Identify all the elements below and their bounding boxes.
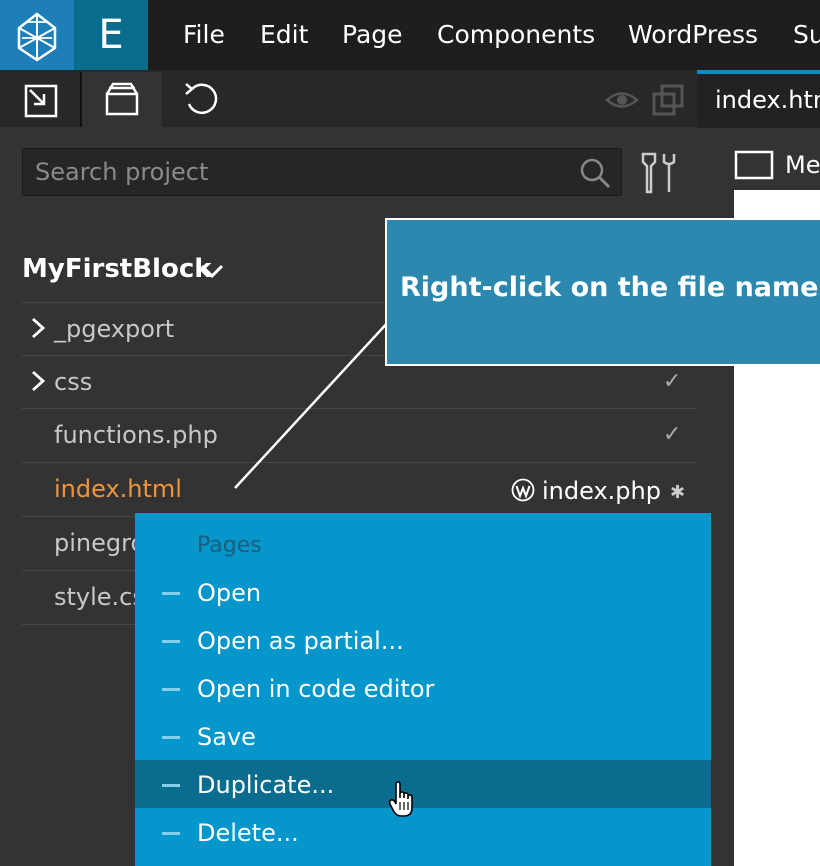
dash-icon [162,832,180,835]
menu-item-label: Open in code editor [197,675,435,703]
file-name: css [54,368,93,396]
tools-icon[interactable] [638,150,682,196]
wordpress-icon [511,478,535,502]
file-name: style.cs [54,583,145,611]
context-menu-header: Pages [197,533,262,558]
menu-file[interactable]: File [183,0,225,70]
refresh-icon[interactable] [162,72,242,127]
pinegrow-logo-icon[interactable] [0,0,74,70]
project-name: MyFirstBlock [22,254,212,284]
menu-components[interactable]: Components [437,0,595,70]
menu-wordpress[interactable]: WordPress [628,0,758,70]
menu-item-label: Save [197,723,256,751]
chevron-right-icon[interactable] [28,369,50,393]
check-icon: ✓ [663,422,682,447]
file-name: functions.php [54,421,218,449]
chevron-right-icon[interactable] [28,316,50,340]
menu-edit[interactable]: Edit [260,0,308,70]
tooltip-text: Right-click on the file name [400,272,819,303]
menu-item-label: Open as partial... [197,627,404,655]
modified-icon: ✱ [670,482,686,503]
search-placeholder: Search project [35,158,209,186]
menu-item-label: Duplicate... [197,771,335,799]
menu-page[interactable]: Page [342,0,403,70]
dash-icon [162,688,180,691]
menu-item-label: Delete... [197,819,299,847]
dash-icon [162,736,180,739]
chevron-down-icon[interactable] [199,258,225,284]
dash-icon [162,640,180,643]
device-frame-icon[interactable] [734,150,774,180]
dash-icon [162,784,180,787]
file-name: _pgexport [54,315,175,343]
project-title[interactable]: MyFirstBlock [22,246,212,292]
editor-mode-button[interactable]: E [74,0,148,70]
menu-item-label: Open [197,579,262,607]
open-folder-icon[interactable] [82,72,162,127]
file-name-selected[interactable]: index.html [54,463,182,515]
callout-pointer-line [234,319,391,489]
tab-index-html[interactable]: index.htm [715,74,820,126]
mapped-file-name: index.php [542,477,661,505]
hand-cursor-icon [388,780,422,820]
page-view-label: Me [785,151,820,179]
detach-icon[interactable] [650,82,686,118]
eye-icon[interactable] [605,85,639,115]
search-icon[interactable] [578,156,612,190]
menu-su[interactable]: Su [793,0,820,70]
dash-icon [162,592,180,595]
import-icon[interactable] [0,72,80,127]
file-name: pinegro [54,529,146,557]
